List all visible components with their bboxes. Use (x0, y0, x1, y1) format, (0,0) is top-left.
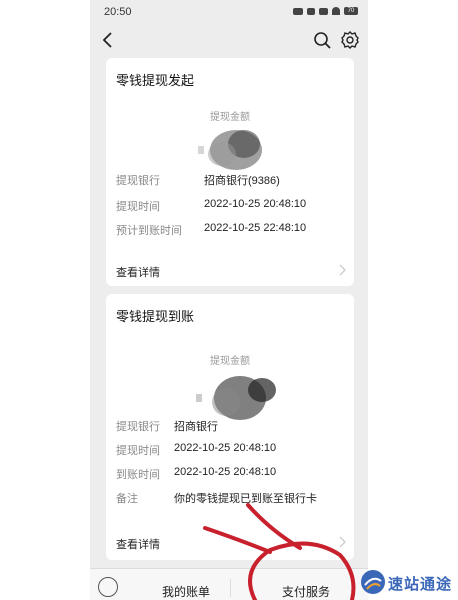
my-bills-menu[interactable]: 我的账单 (162, 583, 210, 600)
row-withdraw-time: 提现时间 2022-10-25 20:48:10 (116, 198, 307, 213)
row-arrival-time: 到账时间 2022-10-25 20:48:10 (116, 466, 277, 481)
redacted-amount (198, 130, 262, 170)
card-title: 零钱提现发起 (116, 73, 195, 88)
view-details-link[interactable]: 查看详情 (116, 536, 160, 552)
row-expected-time: 预计到账时间 2022-10-25 22:48:10 (116, 222, 307, 237)
watermark: 速站通途 (360, 565, 458, 597)
hd-icon (293, 7, 303, 15)
keyboard-icon[interactable] (98, 577, 118, 597)
search-icon[interactable] (312, 30, 332, 50)
row-bank: 提现银行 招商银行(9386) (116, 175, 280, 187)
status-bar: 20:50 70 (90, 0, 368, 26)
row-withdraw-time: 提现时间 2022-10-25 20:48:10 (116, 442, 277, 457)
menu-divider (230, 579, 231, 597)
signal-icon (307, 7, 315, 15)
chevron-right-icon[interactable] (338, 536, 346, 548)
row-remark: 备注 你的零钱提现已到账至银行卡 (116, 493, 317, 505)
chevron-right-icon[interactable] (338, 264, 346, 276)
amount-label: 提现金额 (210, 356, 250, 367)
wifi-icon (332, 7, 340, 15)
withdraw-arrived-card: 零钱提现到账 提现金额 提现银行 招商银行 提现时间 2022-10-25 20… (106, 294, 354, 560)
gear-icon[interactable] (340, 30, 360, 50)
watermark-text: 速站通途 (388, 576, 453, 593)
phone-screen: 20:50 70 零钱提现发起 提现金额 提现银行 招商银行(9386) 提现时… (90, 0, 368, 600)
withdraw-initiated-card: 零钱提现发起 提现金额 提现银行 招商银行(9386) 提现时间 2022-10… (106, 58, 354, 286)
bottom-menu-bar: 我的账单 支付服务 (90, 568, 368, 600)
view-details-link[interactable]: 查看详情 (116, 264, 160, 280)
redacted-amount (196, 376, 276, 420)
status-icons: 70 (293, 7, 358, 15)
amount-label: 提现金额 (210, 112, 250, 123)
nav-bar (90, 26, 368, 56)
pay-services-menu[interactable]: 支付服务 (282, 583, 330, 600)
battery-icon: 70 (344, 7, 358, 15)
watermark-logo-icon (361, 570, 385, 594)
row-bank: 提现银行 招商银行 (116, 421, 218, 433)
signal-icon-2 (319, 7, 328, 15)
back-icon[interactable] (98, 30, 118, 50)
status-time: 20:50 (104, 6, 132, 18)
card-title: 零钱提现到账 (116, 309, 195, 324)
